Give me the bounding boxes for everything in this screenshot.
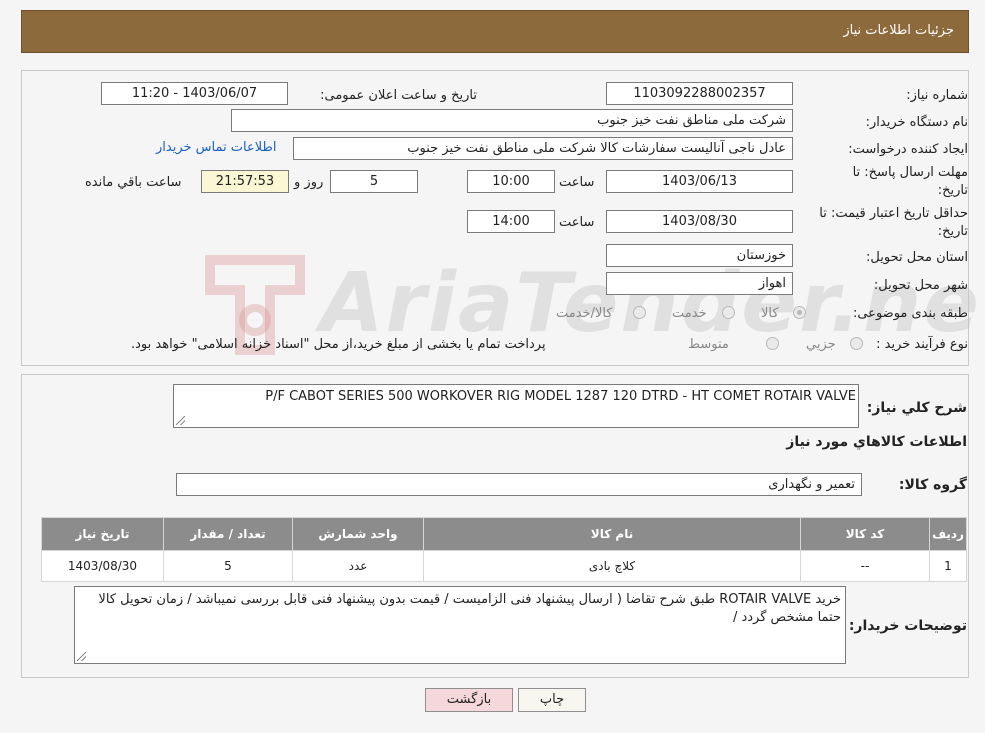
category-label: طبقه بندی موضوعی: bbox=[852, 306, 968, 321]
requester-field[interactable]: عادل ناجی آنالیست سفارشات کالا شرکت ملی … bbox=[293, 137, 793, 160]
buyer-org-field[interactable]: شرکت ملی مناطق نفت خیز جنوب bbox=[231, 109, 793, 132]
city-field[interactable]: اهواز bbox=[606, 272, 793, 295]
buyer-contact-link[interactable]: اطلاعات تماس خریدار bbox=[156, 140, 276, 155]
item-code-cell: -- bbox=[800, 550, 930, 582]
purchase-medium-radio[interactable] bbox=[766, 337, 779, 350]
unit-cell: عدد bbox=[292, 550, 424, 582]
category-service-radio[interactable] bbox=[722, 306, 735, 319]
remaining-time-field: 21:57:53 bbox=[201, 170, 289, 193]
buyer-notes-label: توضیحات خریدار: bbox=[848, 618, 967, 634]
days-label: روز و bbox=[294, 175, 324, 190]
requester-label: ایجاد کننده درخواست: bbox=[848, 142, 968, 157]
table-row: 1 -- کلاچ بادی عدد 5 1403/08/30 bbox=[41, 550, 967, 582]
goods-group-field[interactable]: تعمیر و نگهداری bbox=[176, 473, 862, 496]
col-unit-header: واحد شمارش bbox=[292, 517, 424, 551]
buyer-org-label: نام دستگاه خریدار: bbox=[865, 115, 968, 130]
price-validity-label: حداقل تاریخ اعتبار قیمت: تا bbox=[819, 206, 968, 221]
col-name-header: نام کالا bbox=[423, 517, 801, 551]
purchase-medium-label: متوسط bbox=[688, 337, 729, 352]
resize-grip-icon[interactable] bbox=[77, 652, 86, 661]
goods-group-label: گروه کالا: bbox=[898, 477, 967, 493]
category-both-label: کالا/خدمت bbox=[556, 306, 613, 321]
reply-deadline-label-2: تاریخ: bbox=[937, 183, 968, 198]
row-number-cell: 1 bbox=[929, 550, 967, 582]
summary-label: شرح كلي نياز: bbox=[866, 400, 967, 416]
province-field[interactable]: خوزستان bbox=[606, 244, 793, 267]
reply-time-label: ساعت bbox=[559, 175, 595, 190]
items-table: ردیف کد کالا نام کالا واحد شمارش تعداد /… bbox=[41, 517, 967, 582]
province-label: استان محل تحویل: bbox=[866, 250, 968, 265]
category-goods-radio[interactable] bbox=[793, 306, 806, 319]
purchase-minor-radio[interactable] bbox=[850, 337, 863, 350]
quantity-cell: 5 bbox=[163, 550, 293, 582]
treasury-note: پرداخت تمام یا بخشی از مبلغ خرید،از محل … bbox=[131, 337, 546, 352]
need-date-cell: 1403/08/30 bbox=[41, 550, 164, 582]
announce-datetime-label: تاریخ و ساعت اعلان عمومی: bbox=[320, 88, 477, 103]
remaining-label: ساعت باقي مانده bbox=[85, 175, 182, 190]
col-row-header: ردیف bbox=[929, 517, 967, 551]
need-number-label: شماره نیاز: bbox=[906, 88, 968, 103]
back-button[interactable]: بازگشت bbox=[425, 688, 513, 712]
page-title: جزئیات اطلاعات نیاز bbox=[843, 23, 954, 38]
purchase-type-label: نوع فرآیند خرید : bbox=[876, 337, 968, 352]
reply-deadline-time-field[interactable]: 10:00 bbox=[467, 170, 555, 193]
need-number-field[interactable]: 1103092288002357 bbox=[606, 82, 793, 105]
reply-deadline-label: مهلت ارسال پاسخ: تا bbox=[852, 165, 968, 180]
col-qty-header: تعداد / مقدار bbox=[163, 517, 293, 551]
reply-deadline-date-field[interactable]: 1403/06/13 bbox=[606, 170, 793, 193]
announce-datetime-field[interactable]: 1403/06/07 - 11:20 bbox=[101, 82, 288, 105]
col-code-header: کد کالا bbox=[800, 517, 930, 551]
page-header: جزئیات اطلاعات نیاز bbox=[21, 10, 969, 53]
price-validity-date-field[interactable]: 1403/08/30 bbox=[606, 210, 793, 233]
category-service-label: خدمت bbox=[672, 306, 707, 321]
items-table-header: ردیف کد کالا نام کالا واحد شمارش تعداد /… bbox=[41, 517, 967, 551]
buyer-notes-textarea[interactable]: خرید ROTAIR VALVE طبق شرح تقاضا ( ارسال … bbox=[74, 586, 846, 664]
summary-textarea[interactable]: P/F CABOT SERIES 500 WORKOVER RIG MODEL … bbox=[173, 384, 859, 428]
purchase-minor-label: جزیي bbox=[806, 337, 836, 352]
price-validity-time-field[interactable]: 14:00 bbox=[467, 210, 555, 233]
category-goods-label: کالا bbox=[761, 306, 779, 321]
reply-days-field[interactable]: 5 bbox=[330, 170, 418, 193]
buyer-notes-text: خرید ROTAIR VALVE طبق شرح تقاضا ( ارسال … bbox=[98, 592, 841, 625]
col-date-header: تاریخ نیاز bbox=[41, 517, 164, 551]
city-label: شهر محل تحویل: bbox=[873, 278, 968, 293]
print-button[interactable]: چاپ bbox=[518, 688, 586, 712]
price-validity-label-2: تاریخ: bbox=[937, 224, 968, 239]
resize-grip-icon[interactable] bbox=[176, 416, 185, 425]
goods-section-title: اطلاعات كالاهاي مورد نياز bbox=[786, 434, 967, 450]
summary-text: P/F CABOT SERIES 500 WORKOVER RIG MODEL … bbox=[265, 389, 856, 404]
price-time-label: ساعت bbox=[559, 215, 595, 230]
item-name-cell: کلاچ بادی bbox=[423, 550, 801, 582]
category-both-radio[interactable] bbox=[633, 306, 646, 319]
